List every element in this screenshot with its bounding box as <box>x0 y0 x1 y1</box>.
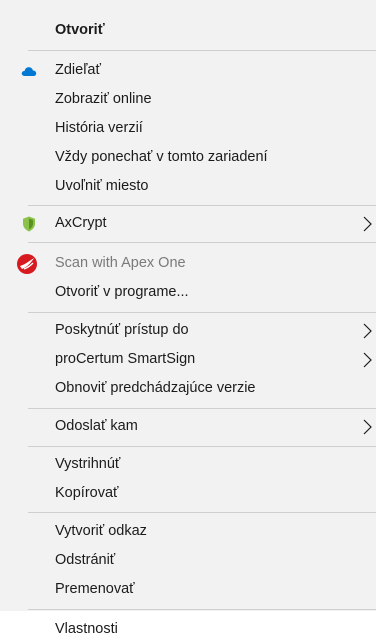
context-menu: Otvoriť Zdieľať Zobraziť online História… <box>0 0 376 641</box>
menu-separator <box>28 50 376 51</box>
menu-item-cut-label: Vystrihnúť <box>55 456 121 472</box>
menu-item-view-online[interactable]: Zobraziť online <box>0 85 376 114</box>
menu-item-scan-apex-one[interactable]: Scan with Apex One <box>0 249 376 278</box>
menu-item-create-shortcut-label: Vytvoriť odkaz <box>55 523 147 539</box>
menu-separator <box>28 512 376 513</box>
menu-item-version-history-label: História verzií <box>55 120 143 136</box>
menu-item-open[interactable]: Otvoriť <box>0 16 376 45</box>
menu-item-share-label: Zdieľať <box>55 62 101 78</box>
menu-item-delete[interactable]: Odstrániť <box>0 546 376 575</box>
chevron-right-icon <box>360 322 374 340</box>
menu-separator <box>28 205 376 206</box>
menu-item-rename-label: Premenovať <box>55 581 135 597</box>
menu-item-open-with-label: Otvoriť v programe... <box>55 284 189 300</box>
menu-item-give-access-label: Poskytnúť prístup do <box>55 322 189 338</box>
menu-item-procertum-smartsign-label: proCertum SmartSign <box>55 351 196 367</box>
menu-item-delete-label: Odstrániť <box>55 552 116 568</box>
menu-item-procertum-smartsign[interactable]: proCertum SmartSign <box>0 345 376 374</box>
menu-item-scan-apex-one-label: Scan with Apex One <box>55 255 186 271</box>
menu-item-restore-versions-label: Obnoviť predchádzajúce verzie <box>55 380 256 396</box>
menu-item-keep-on-device[interactable]: Vždy ponechať v tomto zariadení <box>0 143 376 172</box>
menu-item-free-up-space[interactable]: Uvoľniť miesto <box>0 172 376 201</box>
chevron-right-icon <box>360 418 374 436</box>
menu-item-share[interactable]: Zdieľať <box>0 56 376 85</box>
menu-item-rename[interactable]: Premenovať <box>0 575 376 604</box>
menu-item-view-online-label: Zobraziť online <box>55 91 152 107</box>
menu-item-give-access[interactable]: Poskytnúť prístup do <box>0 316 376 345</box>
menu-item-cut[interactable]: Vystrihnúť <box>0 450 376 479</box>
menu-item-open-with[interactable]: Otvoriť v programe... <box>0 278 376 307</box>
chevron-right-icon <box>360 351 374 369</box>
chevron-right-icon <box>360 215 374 233</box>
onedrive-cloud-icon <box>20 62 38 80</box>
menu-item-create-shortcut[interactable]: Vytvoriť odkaz <box>0 517 376 546</box>
menu-item-open-label: Otvoriť <box>55 22 105 38</box>
menu-separator <box>28 408 376 409</box>
menu-item-send-to[interactable]: Odoslať kam <box>0 412 376 441</box>
menu-item-send-to-label: Odoslať kam <box>55 418 138 434</box>
axcrypt-shield-icon <box>20 215 38 233</box>
menu-item-version-history[interactable]: História verzií <box>0 114 376 143</box>
apex-one-scan-icon <box>17 254 38 274</box>
menu-item-properties-label: Vlastnosti <box>55 621 118 637</box>
menu-separator <box>28 609 376 610</box>
menu-item-axcrypt[interactable]: AxCrypt <box>0 209 376 238</box>
menu-separator <box>28 446 376 447</box>
menu-item-copy-label: Kopírovať <box>55 485 119 501</box>
menu-item-properties[interactable]: Vlastnosti <box>0 615 376 644</box>
menu-item-free-up-space-label: Uvoľniť miesto <box>55 178 149 194</box>
menu-item-axcrypt-label: AxCrypt <box>55 215 107 231</box>
menu-item-restore-versions[interactable]: Obnoviť predchádzajúce verzie <box>0 374 376 403</box>
menu-separator <box>28 312 376 313</box>
menu-separator <box>28 242 376 243</box>
menu-item-keep-on-device-label: Vždy ponechať v tomto zariadení <box>55 149 268 165</box>
menu-item-copy[interactable]: Kopírovať <box>0 479 376 508</box>
